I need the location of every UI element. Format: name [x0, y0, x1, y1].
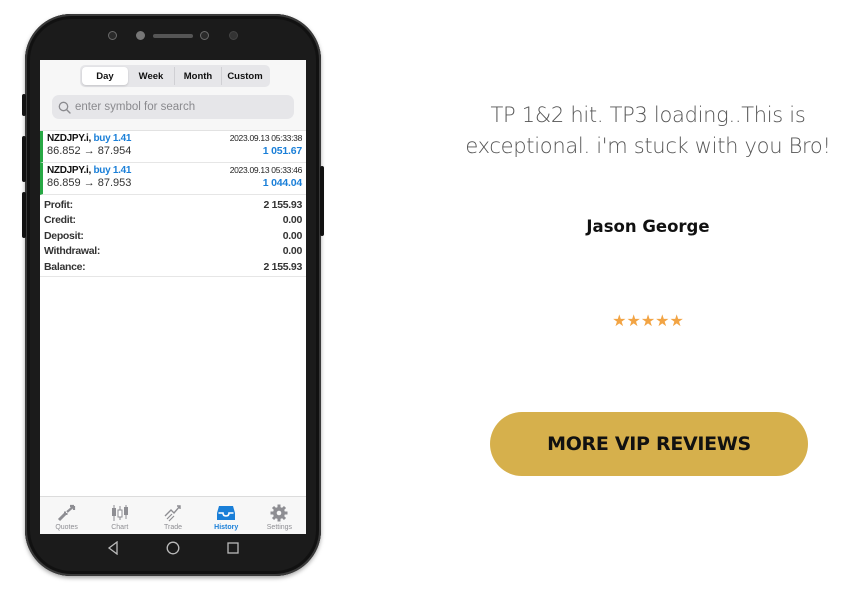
summary-row-deposit: Deposit: 0.00 [44, 228, 302, 244]
star-icon: ★ [612, 313, 627, 330]
earpiece-speaker [153, 34, 193, 38]
tab-quotes[interactable]: Quotes [40, 497, 93, 534]
front-sensors [25, 30, 321, 42]
trade-prices: 86.859 → 87.953 [47, 177, 132, 189]
tab-label: Quotes [55, 524, 78, 531]
chart-icon [111, 505, 128, 521]
volume-up-button [22, 136, 26, 182]
summary-value: 0.00 [282, 214, 303, 227]
trade-row[interactable]: NZDJPY.i, buy 1.41 2023.09.13 05:33:38 8… [40, 131, 306, 163]
tab-settings[interactable]: Settings [253, 497, 306, 534]
testimonial-quote: TP 1&2 hit. TP3 loading..This is excepti… [465, 103, 831, 158]
segment-month[interactable]: Month [175, 67, 222, 85]
sensor-dot [108, 31, 117, 40]
history-icon [217, 506, 236, 520]
tab-chart[interactable]: Chart [93, 497, 146, 534]
front-camera [229, 31, 238, 40]
tab-history[interactable]: History [200, 497, 253, 534]
summary-label: Withdrawal: [44, 245, 101, 258]
bottom-tab-bar: Quotes Chart Trade History Settings [40, 496, 306, 534]
trade-profit: 1 044.04 [262, 177, 302, 189]
star-icon: ★ [626, 313, 641, 330]
back-button[interactable] [103, 538, 123, 558]
summary-label: Profit: [44, 198, 73, 211]
recents-button[interactable] [223, 538, 243, 558]
history-header: Day Week Month Custom enter symbol for s… [40, 60, 306, 130]
trade-direction: buy 1.41 [93, 133, 132, 144]
testimonial-author: Jason George [586, 217, 710, 236]
trade-list: NZDJPY.i, buy 1.41 2023.09.13 05:33:38 8… [40, 130, 306, 195]
summary-value: 2 155.93 [263, 198, 303, 211]
quotes-icon [57, 504, 75, 522]
segment-day[interactable]: Day [82, 67, 128, 85]
testimonial: TP 1&2 hit. TP3 loading..This is excepti… [440, 100, 856, 330]
symbol-search-input[interactable]: enter symbol for search [52, 95, 294, 119]
sensor-dot [200, 31, 209, 40]
star-icon: ★ [640, 313, 656, 330]
trade-symbol: NZDJPY.i, [47, 165, 91, 176]
summary-value: 2 155.93 [263, 260, 303, 273]
home-button[interactable] [163, 538, 183, 558]
phone-screen: Day Week Month Custom enter symbol for s… [40, 60, 306, 534]
trade-time: 2023.09.13 05:33:38 [229, 133, 303, 143]
tab-label: Chart [111, 524, 129, 531]
summary-row-withdrawal: Withdrawal: 0.00 [44, 244, 302, 260]
trade-direction: buy 1.41 [93, 165, 132, 176]
volume-down-button [22, 192, 26, 238]
star-rating: ★ ★ ★ ★ ★ [440, 314, 856, 330]
summary-label: Balance: [44, 260, 86, 273]
back-triangle-icon [107, 541, 118, 555]
segment-week[interactable]: Week [128, 67, 175, 85]
summary-row-profit: Profit: 2 155.93 [44, 197, 302, 213]
trade-profit: 1 051.67 [262, 145, 302, 157]
more-vip-reviews-button[interactable]: MORE VIP REVIEWS [490, 412, 808, 476]
summary-row-credit: Credit: 0.00 [44, 213, 302, 229]
trade-time: 2023.09.13 05:33:46 [229, 165, 303, 175]
recents-square-icon [227, 542, 239, 554]
tab-label: Settings [266, 524, 293, 531]
segment-custom[interactable]: Custom [222, 67, 268, 85]
period-segmented-control: Day Week Month Custom [80, 65, 270, 87]
search-icon [58, 101, 71, 114]
android-nav-bar [40, 534, 306, 562]
trade-symbol: NZDJPY.i, [47, 133, 91, 144]
summary-value: 0.00 [282, 245, 303, 258]
camera-dot [136, 31, 145, 40]
side-button [22, 94, 26, 116]
star-icon: ★ [669, 313, 684, 330]
tab-label: Trade [163, 524, 183, 531]
home-circle-icon [166, 541, 180, 555]
star-icon: ★ [655, 313, 670, 330]
trade-icon [164, 505, 181, 522]
trade-prices: 86.852 → 87.954 [47, 145, 132, 157]
phone-mockup: Day Week Month Custom enter symbol for s… [22, 14, 324, 576]
tab-label: History [214, 524, 239, 531]
account-summary: Profit: 2 155.93 Credit: 0.00 Deposit: 0… [40, 195, 306, 277]
settings-icon [270, 504, 288, 522]
tab-trade[interactable]: Trade [146, 497, 199, 534]
summary-label: Deposit: [44, 229, 84, 242]
summary-row-balance: Balance: 2 155.93 [44, 259, 302, 275]
search-placeholder: enter symbol for search [75, 101, 196, 113]
power-button [320, 166, 324, 236]
trade-row[interactable]: NZDJPY.i, buy 1.41 2023.09.13 05:33:46 8… [40, 163, 306, 195]
summary-label: Credit: [44, 214, 76, 227]
summary-value: 0.00 [282, 229, 303, 242]
